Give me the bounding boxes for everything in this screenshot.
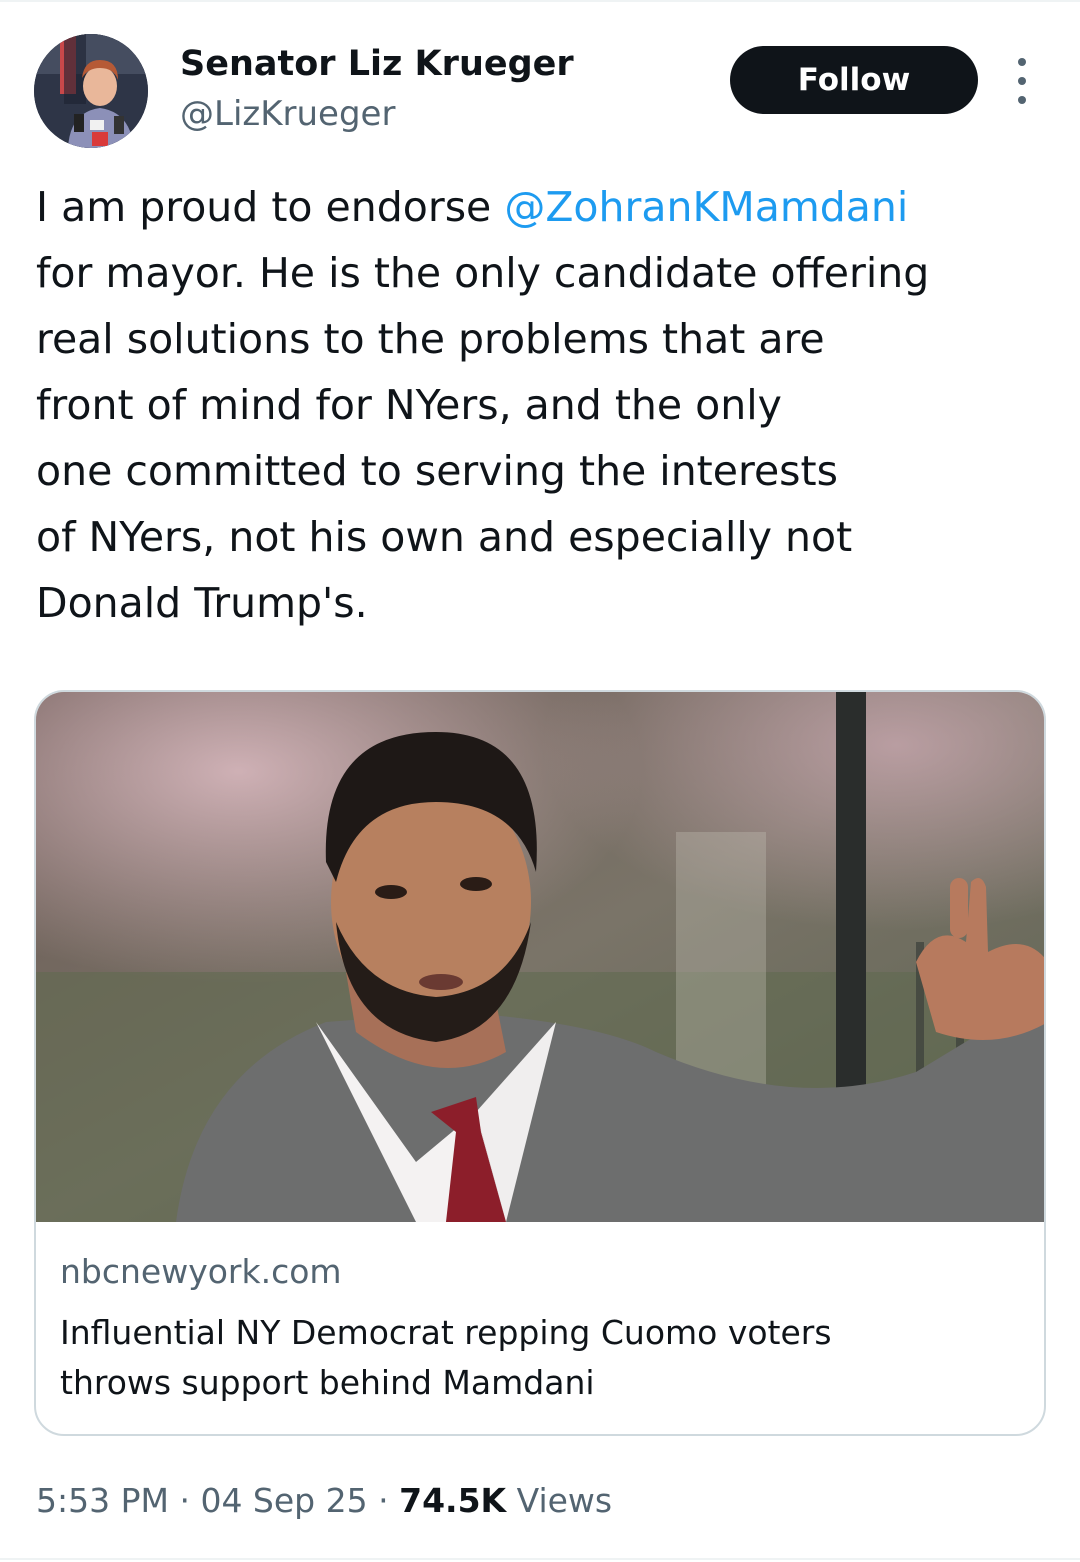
tweet-text: I am proud to endorse @ZohranKMamdani fo… [36, 174, 1052, 636]
card-title: Influential NY Democrat repping Cuomo vo… [60, 1308, 1020, 1408]
author-display-name[interactable]: Senator Liz Krueger [180, 40, 574, 88]
views-label: Views [506, 1481, 613, 1520]
mention-link[interactable]: @ZohranKMamdani [504, 183, 908, 231]
tweet-time[interactable]: 5:53 PM [36, 1481, 169, 1520]
tweet-line-start: I am proud to endorse [36, 183, 505, 231]
more-vertical-icon[interactable] [1008, 58, 1036, 104]
tweet-line: I am proud to endorse @ZohranKMamdani [36, 174, 1052, 240]
avatar-photo [34, 34, 148, 148]
bottom-divider [0, 1558, 1080, 1560]
tweet-date[interactable]: 04 Sep 25 [200, 1481, 367, 1520]
tweet-meta: 5:53 PM · 04 Sep 25 · 74.5K Views [36, 1478, 612, 1524]
tweet-line: real solutions to the problems that are [36, 315, 825, 363]
link-preview-card[interactable]: nbcnewyork.com Influential NY Democrat r… [34, 690, 1046, 1436]
views-count[interactable]: 74.5K [399, 1481, 506, 1520]
more-dot [1018, 96, 1026, 104]
top-divider [0, 0, 1080, 2]
more-dot [1018, 58, 1026, 66]
card-image[interactable] [36, 692, 1044, 1222]
meta-separator: · [367, 1481, 400, 1520]
more-dot [1018, 77, 1026, 85]
tweet-line: one committed to serving the interests [36, 447, 838, 495]
tweet-line: of NYers, not his own and especially not [36, 513, 853, 561]
card-title-line: throws support behind Mamdani [60, 1363, 595, 1402]
tweet-line: front of mind for NYers, and the only [36, 381, 782, 429]
card-title-line: Influential NY Democrat repping Cuomo vo… [60, 1313, 832, 1352]
follow-button[interactable]: Follow [730, 46, 978, 114]
card-domain: nbcnewyork.com [60, 1252, 342, 1291]
avatar[interactable] [34, 34, 148, 148]
tweet-line: Donald Trump's. [36, 579, 368, 627]
card-photo [36, 692, 1044, 1222]
meta-separator: · [168, 1481, 201, 1520]
author-handle[interactable]: @LizKrueger [180, 92, 395, 136]
tweet-line: for mayor. He is the only candidate offe… [36, 249, 930, 297]
